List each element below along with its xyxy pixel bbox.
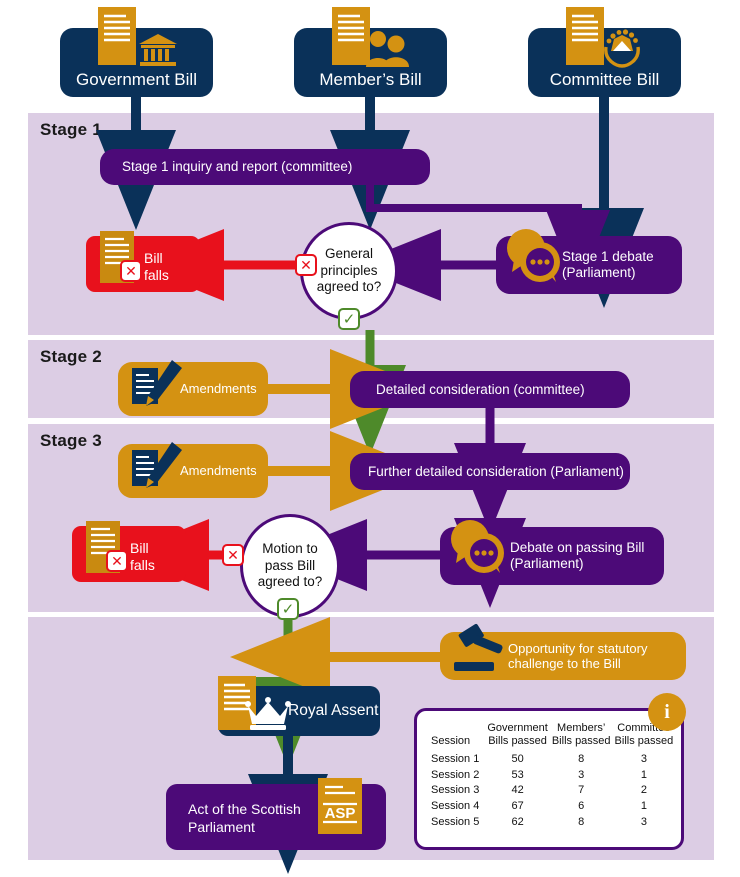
node-debate-passing-line2: (Parliament)	[510, 556, 584, 571]
info-icon-glyph: i	[664, 700, 670, 723]
col-government: Government Bills passed	[487, 722, 548, 747]
decision-motion-line1: Motion to	[262, 540, 318, 556]
node-royal-assent[interactable]: Royal Assent	[200, 676, 380, 736]
node-bill-falls-1-line1: Bill	[144, 250, 163, 266]
decision-motion-line2: pass Bill	[264, 557, 316, 573]
document-icon	[566, 7, 604, 65]
source-label-committee-bill: Committee Bill	[549, 70, 660, 89]
yes-icon: ✓	[342, 310, 356, 328]
node-further-detailed-label: Further detailed consideration (Parliame…	[368, 463, 624, 479]
bill-falls-x-badge: ✕	[120, 260, 142, 282]
table-row: Session 5 62 8 3	[431, 815, 677, 831]
cell-members: 7	[578, 784, 585, 797]
node-detailed-consideration-label: Detailed consideration (committee)	[376, 381, 585, 397]
decision-yes-badge: ✓	[277, 598, 299, 620]
node-debate-passing-line1: Debate on passing Bill	[510, 540, 645, 556]
cell-committee: 2	[640, 784, 647, 797]
node-act-line2: Parliament	[188, 819, 255, 836]
cell-members: 3	[578, 768, 585, 781]
node-royal-assent-label: Royal Assent	[288, 702, 379, 719]
bill-process-diagram: Stage 1 Stage 2 Stage 3 Government Bill …	[0, 0, 740, 877]
bills-passed-table-panel: Session Government Bills passed Members’…	[414, 708, 684, 850]
people-icon	[366, 31, 409, 67]
cell-members: 8	[578, 752, 585, 765]
no-icon: ✕	[125, 263, 137, 279]
amendment-pencil-icon	[132, 360, 182, 406]
document-icon	[98, 7, 136, 65]
node-stage1-debate-line1: Stage 1 debate	[562, 249, 654, 265]
cell-session: Session 2	[431, 768, 480, 781]
source-government-bill[interactable]: Government Bill	[60, 7, 213, 97]
band-label-stage-1: Stage 1	[40, 120, 102, 139]
cell-members: 8	[578, 815, 585, 828]
decision-no-badge: ✕	[295, 254, 317, 276]
source-label-government-bill: Government Bill	[76, 70, 197, 89]
node-further-detailed-consideration[interactable]: Further detailed consideration (Parliame…	[350, 453, 630, 490]
node-amendments-stage2-label: Amendments	[180, 381, 257, 397]
node-bill-falls-1[interactable]: ✕ Bill falls	[86, 231, 200, 295]
source-committee-bill[interactable]: Committee Bill	[528, 7, 681, 97]
cell-government: 50	[511, 752, 524, 765]
cell-session: Session 3	[431, 784, 480, 797]
cell-government: 42	[511, 784, 524, 797]
decision-motion-line3: agreed to?	[257, 574, 323, 590]
cell-committee: 1	[640, 800, 647, 813]
amendment-pencil-icon	[132, 442, 182, 488]
node-bill-falls-1-line2: falls	[144, 266, 169, 283]
node-amendments-stage3-label: Amendments	[180, 463, 257, 479]
band-label-stage-3: Stage 3	[40, 431, 102, 450]
no-icon: ✕	[111, 553, 123, 569]
cell-committee: 3	[640, 752, 647, 765]
node-statutory-challenge-line2: challenge to the Bill	[508, 656, 621, 671]
node-bill-falls-2[interactable]: ✕ Bill falls	[72, 521, 186, 585]
table-row: Session 2 53 3 1	[431, 768, 677, 784]
asp-document-icon: ASP	[318, 778, 362, 834]
cell-government: 53	[511, 768, 524, 781]
cell-session: Session 4	[431, 800, 480, 813]
decision-yes-badge: ✓	[338, 308, 360, 330]
decision-no-badge: ✕	[222, 544, 244, 566]
cell-government: 62	[511, 815, 524, 828]
bill-falls-x-badge: ✕	[106, 550, 128, 572]
node-act-of-parliament[interactable]: Act of the Scottish Parliament ASP	[166, 778, 386, 850]
col-members: Members’ Bills passed	[551, 722, 611, 747]
cell-government: 67	[511, 800, 524, 813]
table-header-row: Session Government Bills passed Members’…	[431, 722, 677, 752]
band-label-stage-2: Stage 2	[40, 347, 102, 366]
crown-icon	[245, 697, 291, 730]
table-row: Session 1 50 8 3	[431, 752, 677, 768]
node-bill-falls-2-line2: falls	[130, 556, 155, 573]
node-statutory-challenge-line1: Opportunity for statutory	[508, 640, 648, 656]
decision-general-principles-line2: principles	[320, 262, 378, 278]
decision-general-principles-line3: agreed to?	[316, 279, 382, 295]
source-label-members-bill: Member’s Bill	[319, 70, 422, 89]
no-icon: ✕	[300, 257, 312, 273]
thistle-icon	[604, 29, 640, 68]
info-icon[interactable]: i	[648, 693, 686, 731]
asp-badge-text: ASP	[325, 805, 356, 822]
cell-session: Session 5	[431, 815, 480, 828]
parliament-building-icon	[139, 34, 177, 66]
node-detailed-consideration[interactable]: Detailed consideration (committee)	[350, 371, 630, 408]
node-stage1-inquiry-label: Stage 1 inquiry and report (committee)	[122, 159, 353, 175]
decision-general-principles-line1: General	[324, 245, 374, 261]
bills-passed-table: Session Government Bills passed Members’…	[431, 722, 677, 831]
speech-bubbles-icon	[507, 229, 560, 282]
node-stage1-inquiry[interactable]: Stage 1 inquiry and report (committee)	[100, 149, 430, 185]
node-act-line1: Act of the Scottish	[188, 801, 301, 817]
table-row: Session 4 67 6 1	[431, 799, 677, 815]
table-row: Session 3 42 7 2	[431, 783, 677, 799]
source-members-bill[interactable]: Member’s Bill	[294, 7, 447, 97]
col-session: Session	[431, 734, 471, 747]
node-stage1-debate-line2: (Parliament)	[562, 265, 636, 280]
node-bill-falls-2-line1: Bill	[130, 540, 149, 556]
cell-committee: 3	[640, 815, 647, 828]
gavel-icon	[454, 623, 503, 671]
cell-session: Session 1	[431, 752, 480, 765]
no-icon: ✕	[227, 547, 239, 563]
speech-bubbles-icon	[451, 520, 504, 573]
yes-icon: ✓	[281, 600, 295, 618]
cell-committee: 1	[640, 768, 647, 781]
cell-members: 6	[578, 800, 585, 813]
